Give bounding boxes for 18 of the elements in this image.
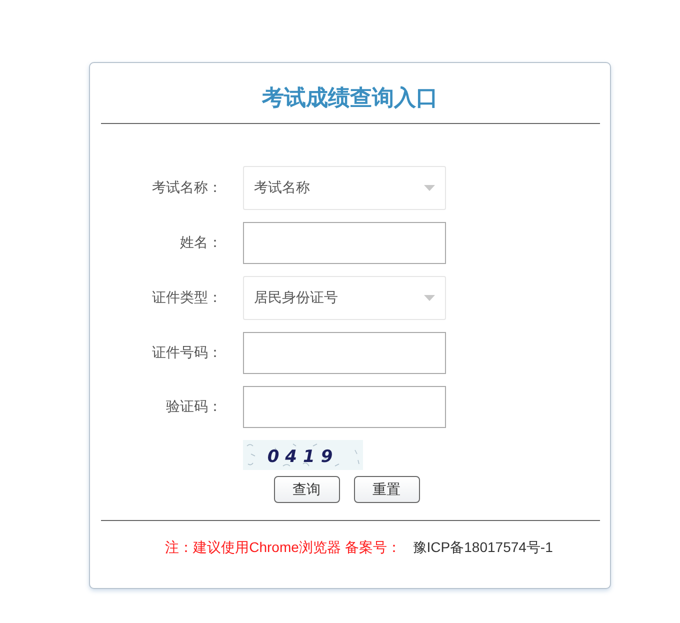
dropdown-select[interactable]: 居民身份证号	[243, 276, 446, 320]
field-label: 考试名称：	[152, 179, 222, 197]
text-input[interactable]	[243, 332, 446, 374]
form-button[interactable]: 查询	[274, 476, 340, 503]
field-label: 证件号码：	[152, 344, 222, 362]
dropdown-select[interactable]: 考试名称	[243, 166, 446, 210]
text-input[interactable]	[243, 386, 446, 428]
browser-note: 注：建议使用Chrome浏览器 备案号：	[165, 539, 401, 557]
page-title: 考试成绩查询入口	[262, 84, 438, 112]
field-label: 验证码：	[166, 398, 222, 416]
caret-icon	[424, 295, 435, 301]
field-label: 证件类型：	[152, 289, 222, 307]
caret-icon	[424, 185, 435, 191]
icp-link[interactable]: 豫ICP备18017574号-1	[412, 539, 553, 557]
text-input[interactable]	[243, 222, 446, 264]
form-button[interactable]: 重置	[354, 476, 420, 503]
captcha-image[interactable]: 0419	[243, 440, 363, 470]
field-label: 姓名：	[180, 234, 222, 252]
